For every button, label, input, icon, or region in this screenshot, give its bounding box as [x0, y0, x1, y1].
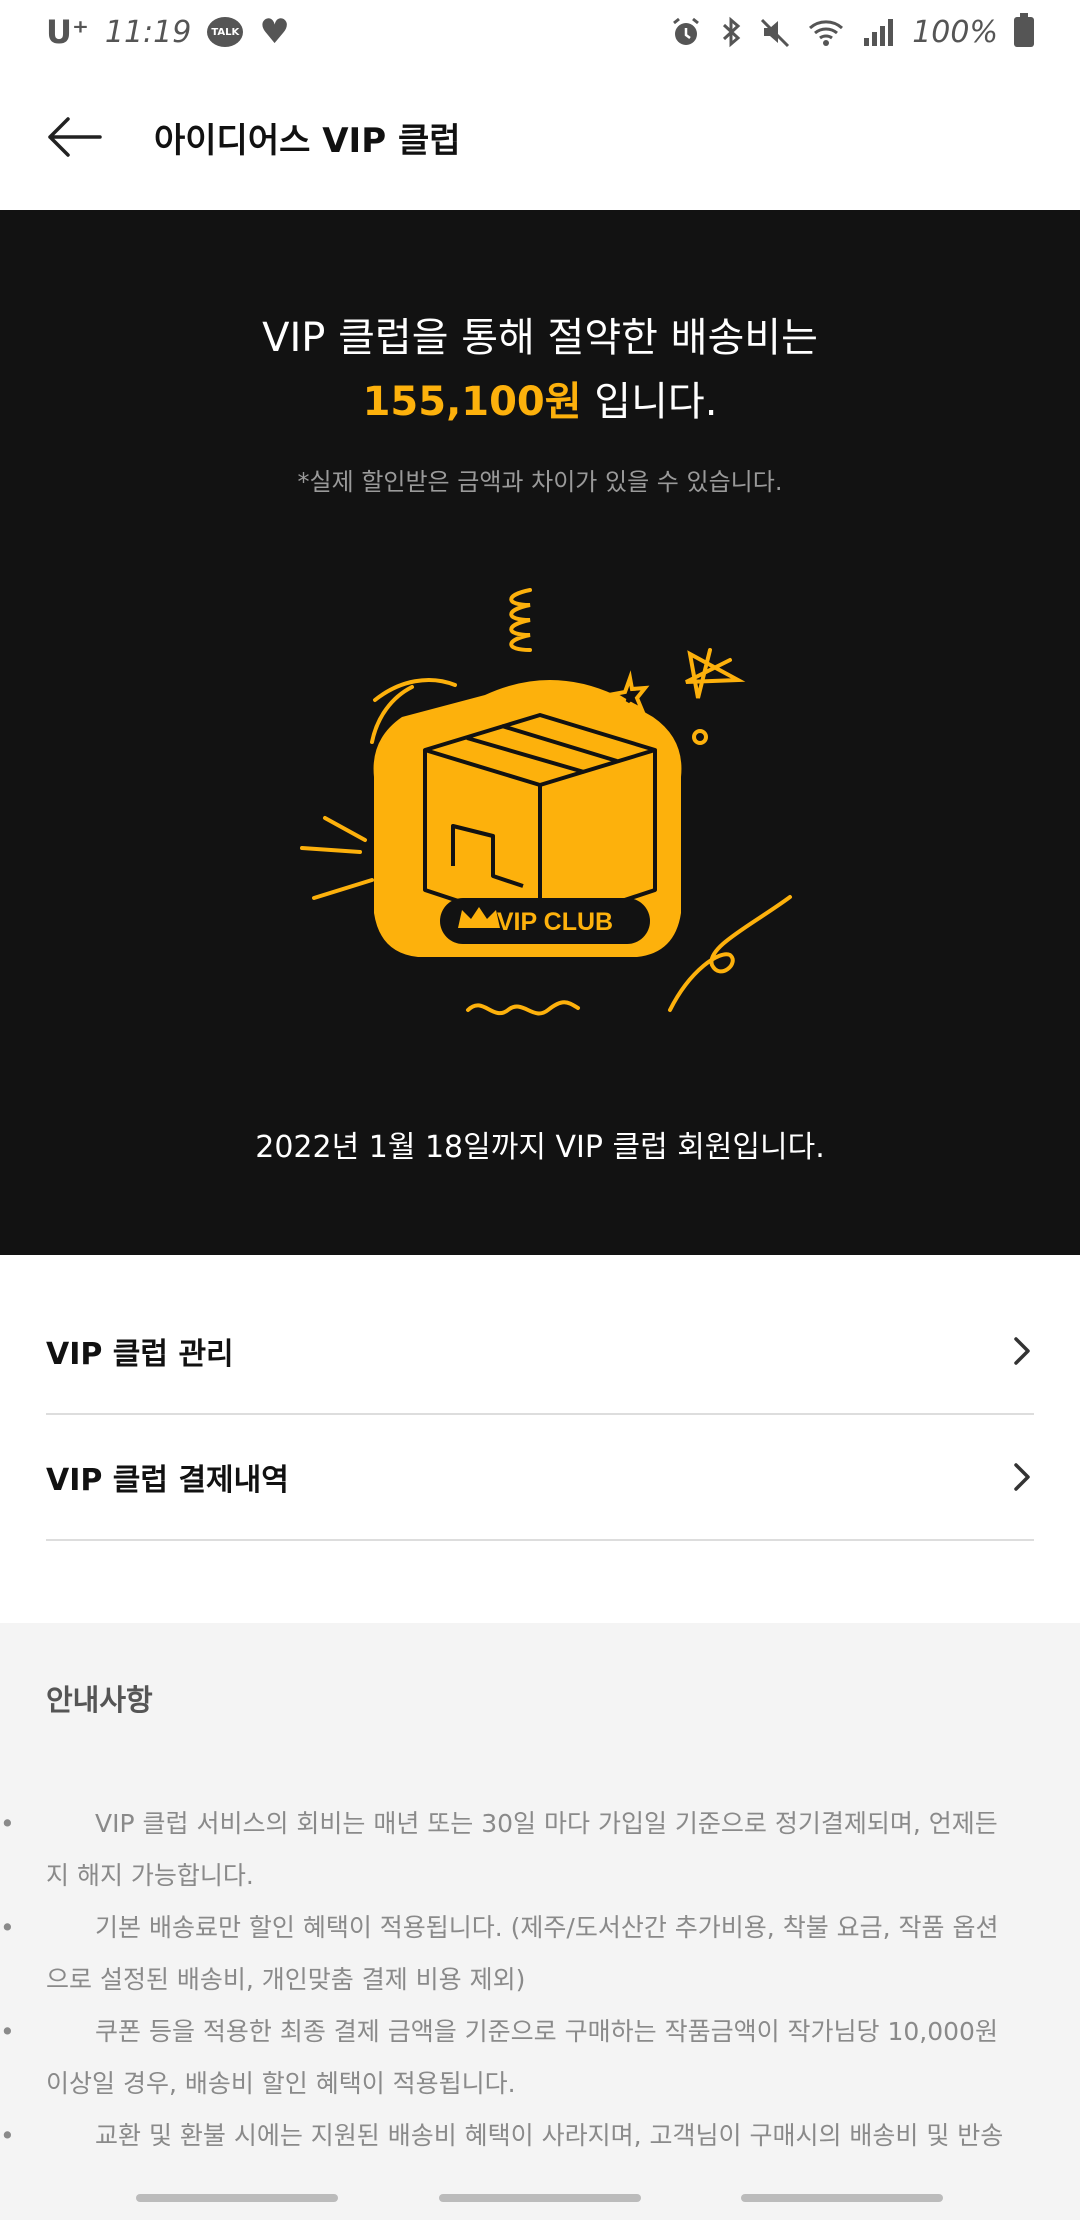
clock: 11:19	[104, 14, 192, 50]
status-left: U⁺ 11:19 TALK ♥	[46, 12, 290, 52]
alarm-icon	[673, 17, 700, 45]
carrier-label: U⁺	[46, 13, 89, 51]
status-right: 100%	[670, 13, 1034, 50]
app-bar: 아이디어스 VIP 클럽	[0, 64, 1080, 210]
mute-icon	[761, 18, 790, 48]
dot-doodle	[692, 729, 708, 745]
notice-item: 교환 및 환불 시에는 지원된 배송비 혜택이 사라지며, 고객님이 구매시의 …	[46, 2110, 1016, 2162]
gesture-navigation-bar[interactable]	[0, 2190, 1080, 2220]
bluetooth-icon	[723, 16, 741, 48]
vip-club-badge-label: VIP CLUB	[497, 908, 613, 936]
vip-club-payment-history-label: VIP 클럽 결제내역	[46, 1463, 289, 1498]
headline-suffix: 입니다.	[581, 379, 718, 425]
wifi-icon	[809, 20, 844, 46]
vip-box-illustration: VIP CLUB	[300, 588, 792, 1016]
vip-club-manage-row[interactable]: VIP 클럽 관리	[46, 1289, 1034, 1415]
spring-doodle	[509, 588, 532, 652]
vip-club-payment-history-row[interactable]: VIP 클럽 결제내역	[46, 1415, 1034, 1541]
nav-pill-right[interactable]	[741, 2194, 943, 2202]
headline-line2: 155,100원 입니다.	[0, 370, 1080, 434]
headline-line1: VIP 클럽을 통해 절약한 배송비는	[262, 315, 818, 361]
notice-item: 기본 배송료만 할인 혜택이 적용됩니다. (제주/도서산간 추가비용, 착불 …	[46, 1902, 1016, 2006]
vip-club-manage-label: VIP 클럽 관리	[46, 1337, 234, 1372]
chevron-right-icon	[1014, 1463, 1030, 1491]
notice-item: VIP 클럽 서비스의 회비는 매년 또는 30일 마다 가입일 기준으로 정기…	[46, 1798, 1016, 1902]
curl-doodle	[668, 895, 792, 1012]
notice-item: 쿠폰 등을 적용한 최종 결제 금액을 기준으로 구매하는 작품금액이 작가님당…	[46, 2006, 1016, 2110]
wave-doodle	[466, 1000, 580, 1016]
battery-icon	[1014, 13, 1034, 47]
notice-title: 안내사항	[46, 1683, 153, 1717]
hero-banner: VIP 클럽을 통해 절약한 배송비는 155,100원 입니다. *실제 할인…	[0, 210, 1080, 1255]
savings-amount: 155,100원	[362, 379, 582, 425]
heart-icon: ♥	[259, 12, 290, 52]
star-large-doodle	[685, 648, 746, 699]
page-title: 아이디어스 VIP 클럽	[154, 120, 461, 161]
back-arrow-icon	[48, 117, 102, 157]
chevron-right-icon	[1014, 1337, 1030, 1365]
back-button[interactable]	[44, 107, 104, 167]
status-bar: U⁺ 11:19 TALK ♥ 100%	[0, 0, 1080, 64]
notice-section: 안내사항 VIP 클럽 서비스의 회비는 매년 또는 30일 마다 가입일 기준…	[0, 1623, 1080, 2220]
battery-label: 100%	[912, 14, 998, 50]
talk-icon: TALK	[207, 17, 244, 47]
arc-doodle-1	[373, 678, 457, 702]
signal-icon	[864, 19, 894, 46]
notice-list: VIP 클럽 서비스의 회비는 매년 또는 30일 마다 가입일 기준으로 정기…	[46, 1798, 1016, 2162]
lines-doodle	[300, 816, 374, 900]
nav-pill-left[interactable]	[136, 2194, 338, 2202]
membership-expiry-text: 2022년 1월 18일까지 VIP 클럽 회원입니다.	[255, 1130, 825, 1165]
savings-headline: VIP 클럽을 통해 절약한 배송비는 155,100원 입니다.	[0, 306, 1080, 434]
nav-pill-center[interactable]	[439, 2194, 641, 2202]
disclaimer-text: *실제 할인받은 금액과 차이가 있을 수 있습니다.	[297, 468, 783, 496]
